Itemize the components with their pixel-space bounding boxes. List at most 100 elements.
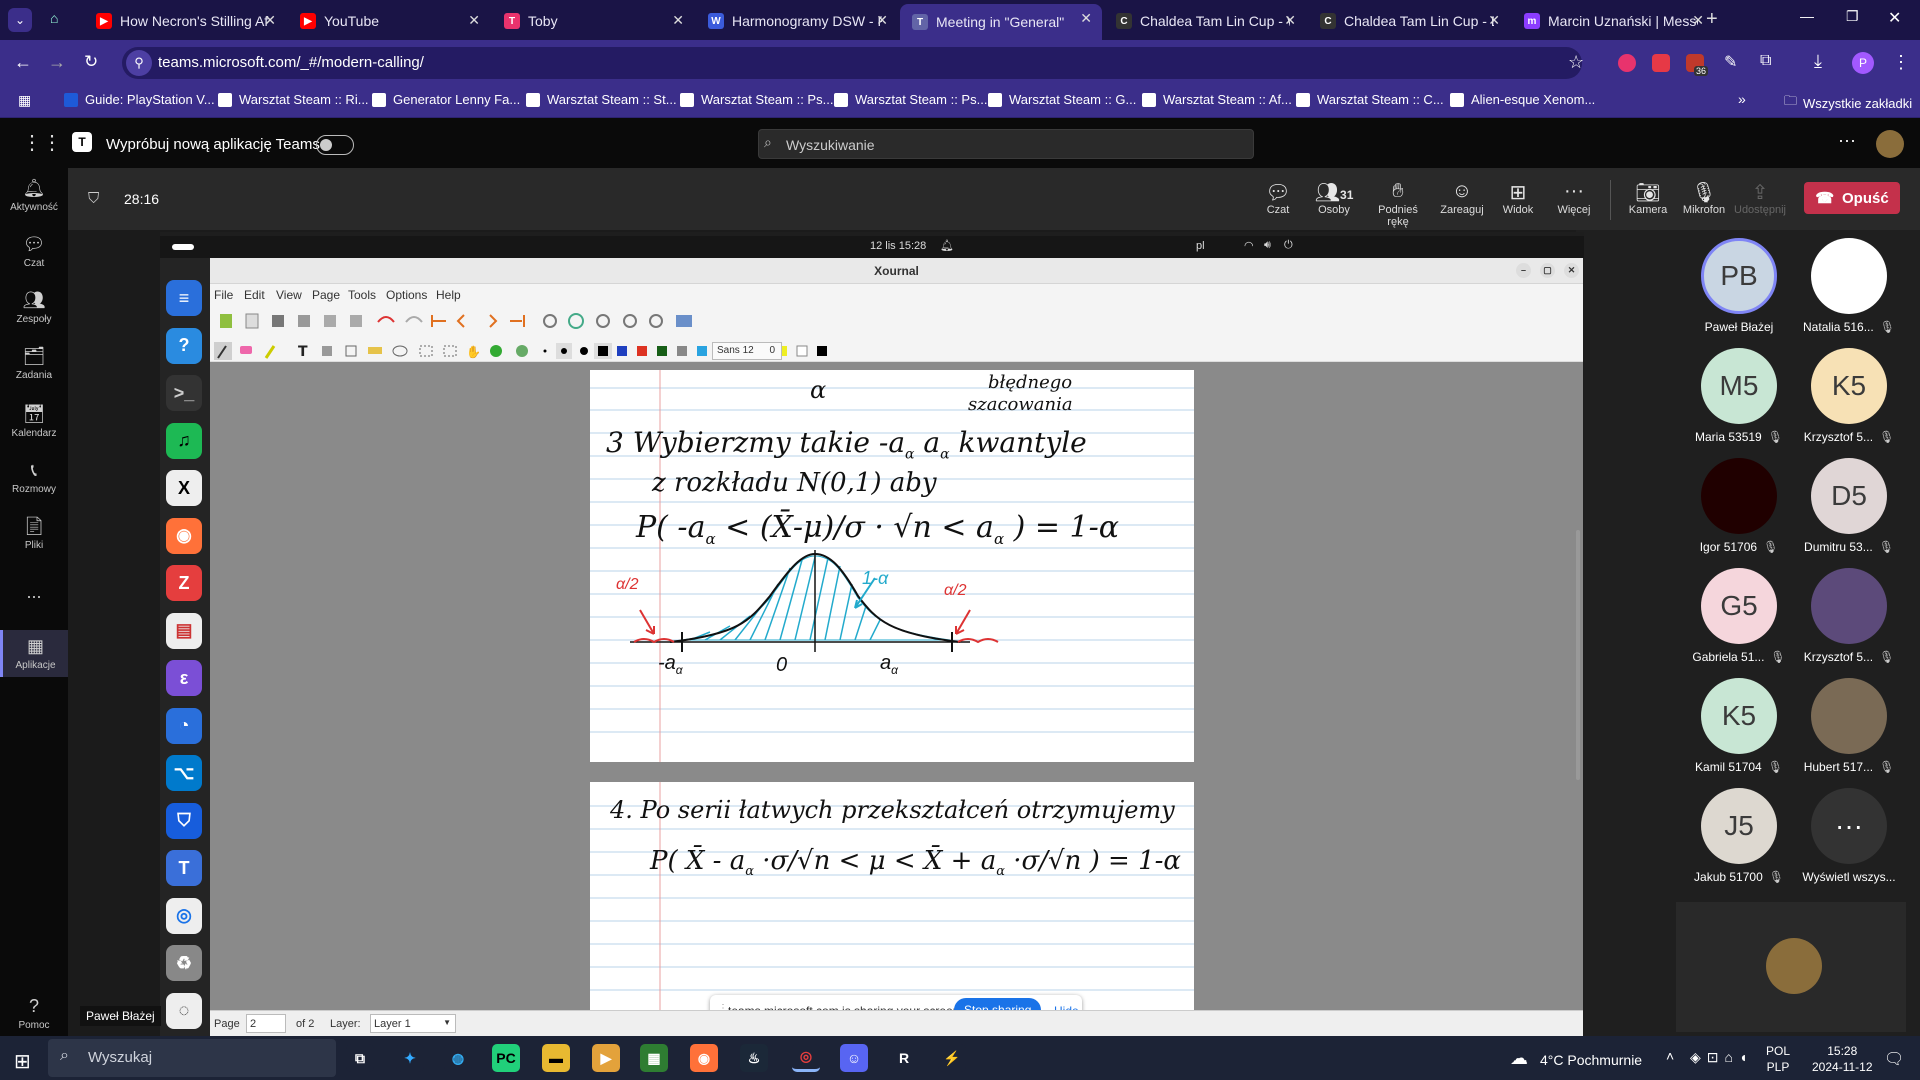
dock-app-icon[interactable]: ≡ <box>166 280 202 316</box>
participant-tile[interactable]: Igor 51706 🎙︎ <box>1684 458 1794 554</box>
participant-tile[interactable]: ··· Wyświetl wszys... <box>1794 788 1904 884</box>
bookmarks-overflow-icon[interactable]: » <box>1738 91 1746 107</box>
windows-start-icon[interactable]: ⊞ <box>14 1049 31 1074</box>
forward-icon[interactable]: → <box>48 52 66 73</box>
all-bookmarks[interactable]: 🗀 Wszystkie zakładki <box>1784 92 1912 114</box>
more-button[interactable]: ··· Więcej <box>1546 180 1602 216</box>
page-number-input[interactable]: 2 <box>246 1014 286 1033</box>
xournal-scrollbar[interactable] <box>1576 530 1580 780</box>
weather-icon[interactable]: ☁ <box>1510 1048 1528 1069</box>
menu-item[interactable]: View <box>276 288 302 302</box>
tab-search-button[interactable]: ⌄ <box>8 8 32 32</box>
dock-app-icon[interactable]: ◎ <box>166 897 202 934</box>
browser-tab[interactable]: ▶ YouTube ✕ <box>288 6 490 36</box>
dock-app-icon[interactable]: ⌥ <box>166 755 202 791</box>
dock-app-icon[interactable]: >_ <box>166 375 202 411</box>
reload-icon[interactable]: ↻ <box>84 52 98 72</box>
dock-app-icon[interactable]: ▤ <box>166 612 202 649</box>
taskbar-app-icon[interactable]: PC <box>492 1044 520 1072</box>
tab-close-icon[interactable]: ✕ <box>876 12 888 29</box>
bookmark-item[interactable]: Guide: PlayStation V... <box>64 92 215 107</box>
view-button[interactable]: ⊞ Widok <box>1490 180 1546 216</box>
dock-app-icon[interactable]: ⛉ <box>166 802 202 839</box>
rail-item[interactable]: ... <box>0 582 68 603</box>
participant-tile[interactable]: J5 Jakub 51700 🎙︎ <box>1684 788 1794 884</box>
eyedropper-icon[interactable]: ✎ <box>1724 52 1737 72</box>
window-restore-icon[interactable]: ❐ <box>1846 8 1859 25</box>
react-button[interactable]: ☺ Zareaguj <box>1434 180 1490 216</box>
new-tab-button[interactable]: + <box>1706 8 1718 31</box>
rail-item[interactable]: 👥︎ Zespoły <box>0 290 68 325</box>
taskbar-app-icon[interactable]: ☺ <box>840 1044 868 1072</box>
font-selector[interactable]: Sans 12 0 <box>712 342 782 360</box>
bookmark-item[interactable]: Alien-esque Xenom... <box>1450 92 1595 107</box>
dock-app-icon[interactable]: ◌ <box>166 992 202 1029</box>
profile-avatar[interactable]: P <box>1852 52 1874 74</box>
rail-item[interactable]: 🗂︎ Zadania <box>0 346 68 381</box>
dock-app-icon[interactable]: T <box>166 850 202 886</box>
participant-tile[interactable]: D5 Dumitru 53... 🎙︎ <box>1794 458 1904 554</box>
browser-tab[interactable]: C Chaldea Tam Lin Cup - W ✕ <box>1104 6 1306 36</box>
taskbar-app-icon[interactable]: ◉ <box>690 1044 718 1072</box>
taskbar-clock[interactable]: 15:28 2024-11-12 <box>1812 1043 1873 1075</box>
taskbar-app-icon[interactable]: ▦ <box>640 1044 668 1072</box>
apps-grid-icon[interactable]: ▦ <box>18 92 31 109</box>
raise-hand-button[interactable]: ✋︎ Podnieś rękę <box>1366 180 1430 228</box>
layer-select[interactable]: Layer 1 ▼ <box>370 1014 456 1033</box>
tab-close-icon[interactable]: ✕ <box>672 12 684 29</box>
tray-icons[interactable]: ◈⊡⌂◖ <box>1690 1049 1753 1066</box>
leave-button[interactable]: ☎ Opuść <box>1804 182 1900 214</box>
participant-tile[interactable]: K5 Krzysztof 5... 🎙︎ <box>1794 348 1904 444</box>
tab-close-icon[interactable]: ✕ <box>1080 10 1092 27</box>
taskbar-app-icon[interactable]: ⧉ <box>346 1044 374 1072</box>
extension-red-icon[interactable] <box>1652 54 1670 72</box>
bookmark-item[interactable]: Warsztat Steam :: Ps... <box>680 92 833 107</box>
rail-item[interactable]: 📞︎ Rozmowy <box>0 460 68 495</box>
participant-tile[interactable]: Natalia 516... 🎙︎ <box>1794 238 1904 334</box>
menu-item[interactable]: File <box>214 288 233 302</box>
browser-tab[interactable]: T Toby ✕ <box>492 6 694 36</box>
bookmark-item[interactable]: Warsztat Steam :: Ps... <box>834 92 987 107</box>
notification-icon[interactable]: 🗨︎ <box>1884 1049 1904 1069</box>
browser-tab[interactable]: m Marcin Uznański | Messe ✕ <box>1512 6 1714 36</box>
participant-tile[interactable]: M5 Maria 53519 🎙︎ <box>1684 348 1794 444</box>
bookmark-item[interactable]: Warsztat Steam :: C... <box>1296 92 1444 107</box>
xournal-minimize-icon[interactable]: – <box>1516 263 1531 278</box>
lang-indicator[interactable]: POL PLP <box>1766 1043 1790 1075</box>
rail-item[interactable]: 📅︎ Kalendarz <box>0 404 68 439</box>
browser-tab[interactable]: W Harmonogramy DSW - P ✕ <box>696 6 898 36</box>
browser-tab[interactable]: ▶ How Necron's Stilling Af ✕ <box>84 6 286 36</box>
taskbar-app-icon[interactable]: ◎ <box>792 1044 820 1072</box>
tab-close-icon[interactable]: ✕ <box>1488 12 1500 29</box>
teams-more-icon[interactable]: ··· <box>1838 130 1856 151</box>
menu-item[interactable]: Edit <box>244 288 265 302</box>
xournal-maximize-icon[interactable]: ▢ <box>1540 263 1555 278</box>
try-new-teams-toggle[interactable] <box>316 135 354 155</box>
dock-app-icon[interactable]: Z <box>166 565 202 601</box>
extensions-icon[interactable]: ⧉ <box>1760 52 1771 70</box>
menu-item[interactable]: Page <box>312 288 340 302</box>
taskbar-app-icon[interactable]: ▶ <box>592 1044 620 1072</box>
download-icon[interactable]: ⤓ <box>1814 51 1822 72</box>
menu-item[interactable]: Help <box>436 288 461 302</box>
tab-close-icon[interactable]: ✕ <box>264 12 276 29</box>
taskbar-app-icon[interactable]: ◍ <box>444 1044 472 1072</box>
site-info-icon[interactable]: ⚲ <box>126 50 152 76</box>
participant-tile[interactable]: G5 Gabriela 51... 🎙︎ <box>1684 568 1794 664</box>
waffle-icon[interactable]: ⋮⋮ <box>22 130 62 155</box>
participant-tile[interactable]: Krzysztof 5... 🎙︎ <box>1794 568 1904 664</box>
tab-close-icon[interactable]: ✕ <box>1692 12 1704 29</box>
participant-tile[interactable]: K5 Kamil 51704 🎙︎ <box>1684 678 1794 774</box>
window-close-icon[interactable]: ✕ <box>1888 8 1901 28</box>
participant-tile[interactable]: PB Paweł Błażej <box>1684 238 1794 334</box>
bookmark-item[interactable]: Warsztat Steam :: St... <box>526 92 677 107</box>
bookmark-star-icon[interactable]: ☆ <box>1568 52 1584 73</box>
participant-tile[interactable]: Hubert 517... 🎙︎ <box>1794 678 1904 774</box>
bookmark-item[interactable]: Generator Lenny Fa... <box>372 92 520 107</box>
window-minimize-icon[interactable]: — <box>1800 8 1814 24</box>
rail-item[interactable]: ▦ Aplikacje <box>0 630 68 677</box>
self-view[interactable] <box>1676 902 1906 1032</box>
rail-item[interactable]: 🔔︎ Aktywność <box>0 178 68 213</box>
bookmark-item[interactable]: Warsztat Steam :: Af... <box>1142 92 1292 107</box>
dock-app-icon[interactable]: ◔ <box>166 707 202 744</box>
